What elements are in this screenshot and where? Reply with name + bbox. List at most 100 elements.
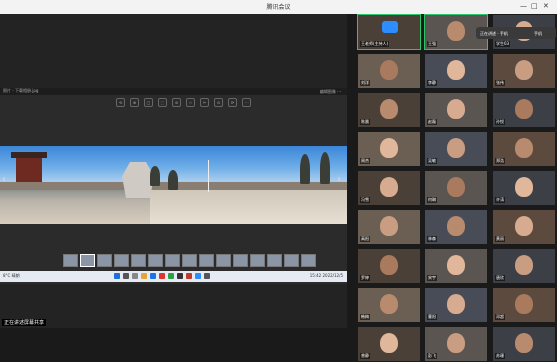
participant-tile[interactable]: 陈晨: [357, 92, 421, 128]
photo-thumbnail[interactable]: [250, 254, 265, 267]
participant-tile[interactable]: 张伟: [492, 53, 556, 89]
participant-name: 李静: [427, 80, 437, 86]
photo-thumbnail[interactable]: [301, 254, 316, 267]
clock: 15:42 2022/12/5: [309, 273, 343, 278]
participant-name: 黄丽: [495, 236, 505, 242]
viewer-tool-6-icon[interactable]: ✂: [200, 98, 209, 107]
photo-thumbnail[interactable]: [148, 254, 163, 267]
app-icon[interactable]: [159, 273, 165, 279]
participant-name: 林森: [427, 236, 437, 242]
participant-tile[interactable]: 刘洋: [357, 53, 421, 89]
tree: [150, 166, 160, 186]
task-view-icon[interactable]: [132, 273, 138, 279]
viewer-tool-4-icon[interactable]: ⊘: [172, 98, 181, 107]
participant-video: [380, 99, 398, 119]
taskbar: 8°C 晴朗 15:42 2022/12/5: [0, 271, 347, 282]
participant-tile[interactable]: 冯雪: [357, 170, 421, 206]
viewer-tool-7-icon[interactable]: ⊙: [214, 98, 223, 107]
participant-video: [447, 333, 465, 353]
viewer-tool-2-icon[interactable]: □: [144, 98, 153, 107]
folder-icon[interactable]: [141, 273, 147, 279]
participant-tile[interactable]: 唐欣: [492, 248, 556, 284]
app-icon[interactable]: [204, 273, 210, 279]
participant-tile[interactable]: 孙悦: [492, 92, 556, 128]
participant-tile[interactable]: 邓超: [492, 287, 556, 323]
participant-video: [447, 255, 465, 275]
participant-tile[interactable]: 黄丽: [492, 209, 556, 245]
photo-thumbnail[interactable]: [182, 254, 197, 267]
viewer-tool-3-icon[interactable]: ⬚: [158, 98, 167, 107]
participant-tile[interactable]: 宋宇: [424, 248, 488, 284]
app-icon[interactable]: [168, 273, 174, 279]
photo-thumbnail[interactable]: [63, 254, 78, 267]
participant-name: 唐欣: [495, 275, 505, 281]
photo-thumbnail[interactable]: [165, 254, 180, 267]
participant-tile[interactable]: 王老师(主持人): [357, 14, 421, 50]
participant-video: [380, 60, 398, 80]
participant-name: 许涛: [495, 197, 505, 203]
participant-tile[interactable]: 苏珊: [492, 326, 556, 362]
participant-tile[interactable]: 许涛: [492, 170, 556, 206]
next-arrow-icon[interactable]: ›: [337, 174, 345, 186]
photo-thumbnail[interactable]: [216, 254, 231, 267]
participant-tile[interactable]: 林森: [424, 209, 488, 245]
participant-video: [447, 177, 465, 197]
participant-name: 宋宇: [427, 275, 437, 281]
search-icon[interactable]: [123, 273, 129, 279]
participant-video: [380, 333, 398, 353]
app-icon[interactable]: [177, 273, 183, 279]
meeting-icon[interactable]: [195, 273, 201, 279]
participant-video: [515, 255, 533, 275]
viewer-tool-0-icon[interactable]: ⟲: [116, 98, 125, 107]
viewer-edit-control[interactable]: 编辑图像 ···: [320, 89, 341, 95]
participant-tile[interactable]: 赵磊: [424, 92, 488, 128]
close-button[interactable]: ✕: [543, 2, 549, 10]
participant-tile[interactable]: 何琳: [424, 170, 488, 206]
participant-name: 张伟: [495, 80, 505, 86]
participant-tile[interactable]: 曹阳: [424, 287, 488, 323]
participant-name: 刘洋: [360, 80, 370, 86]
road: [150, 190, 347, 224]
participant-tile[interactable]: 彭飞: [424, 326, 488, 362]
photo-thumbnail[interactable]: [199, 254, 214, 267]
shared-screen-area: 照片 - 下载相册.jpg 编辑图像 ··· ⟲ ⊕ □ ⬚ ⊘ ☆ ✂ ⊙ ⟳ ⋯ ‹ › 8°…: [0, 14, 347, 328]
participant-tile[interactable]: 曾静: [357, 326, 421, 362]
app-icon[interactable]: [186, 273, 192, 279]
photo-thumbnail[interactable]: [284, 254, 299, 267]
participant-name: 郑浩: [495, 158, 505, 164]
participant-video: [380, 294, 398, 314]
participant-name: 吴敏: [427, 158, 437, 164]
viewer-tool-8-icon[interactable]: ⟳: [228, 98, 237, 107]
photo-thumbnail[interactable]: [233, 254, 248, 267]
participant-tile[interactable]: 韩梅: [357, 287, 421, 323]
tree: [300, 154, 310, 184]
participant-video: [380, 138, 398, 158]
participant-tile[interactable]: 周杰: [357, 131, 421, 167]
viewer-top-strip: [0, 88, 347, 95]
participant-video: [515, 138, 533, 158]
prev-arrow-icon[interactable]: ‹: [2, 174, 10, 186]
edge-icon[interactable]: [150, 273, 156, 279]
participant-tile[interactable]: 李静: [424, 53, 488, 89]
participant-tile[interactable]: 吴敏: [424, 131, 488, 167]
photo-thumbnail[interactable]: [267, 254, 282, 267]
maximize-button[interactable]: □: [531, 2, 538, 10]
viewer-tool-9-icon[interactable]: ⋯: [242, 98, 251, 107]
windows-start-icon[interactable]: [114, 273, 120, 279]
lamp-pole: [208, 160, 209, 192]
participant-tile[interactable]: 罗婷: [357, 248, 421, 284]
viewer-tool-1-icon[interactable]: ⊕: [130, 98, 139, 107]
photo-thumbnail[interactable]: [131, 254, 146, 267]
viewer-tool-5-icon[interactable]: ☆: [186, 98, 195, 107]
photo-thumbnail[interactable]: [97, 254, 112, 267]
participant-name: 邓超: [495, 314, 505, 320]
participant-name: 曹阳: [427, 314, 437, 320]
photo-thumbnail[interactable]: [80, 254, 95, 267]
participant-tile[interactable]: 高阳: [357, 209, 421, 245]
minimize-button[interactable]: —: [520, 2, 527, 10]
photo-thumbnail[interactable]: [114, 254, 129, 267]
shared-photo-viewer: 照片 - 下载相册.jpg 编辑图像 ··· ⟲ ⊕ □ ⬚ ⊘ ☆ ✂ ⊙ ⟳ ⋯ ‹ ›: [0, 88, 347, 284]
participant-name: 高阳: [360, 236, 370, 242]
participant-tile[interactable]: 郑浩: [492, 131, 556, 167]
weather-widget[interactable]: 8°C 晴朗: [3, 273, 20, 279]
